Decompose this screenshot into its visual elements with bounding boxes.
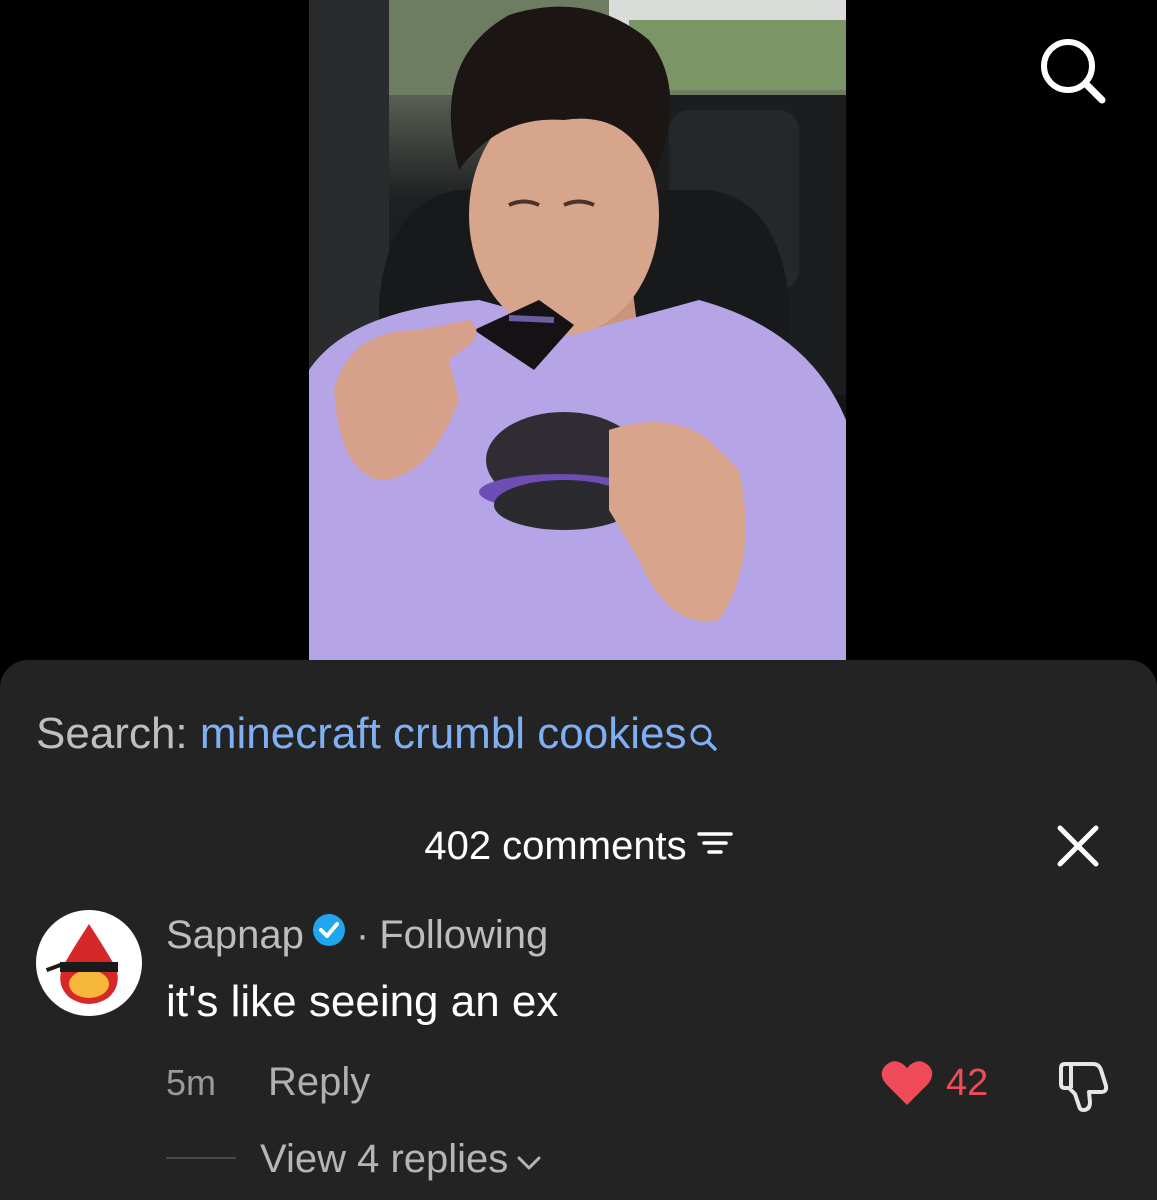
- avatar[interactable]: [36, 910, 142, 1016]
- chevron-down-icon: [516, 1134, 542, 1184]
- close-button[interactable]: [1052, 820, 1104, 872]
- comments-count: 402 comments: [424, 824, 687, 868]
- comments-header[interactable]: 402 comments: [0, 818, 1157, 874]
- dislike-button[interactable]: [1055, 1058, 1111, 1114]
- thumbs-down-icon: [1059, 1062, 1109, 1112]
- search-small-icon: [688, 710, 718, 766]
- search-icon: [1041, 39, 1106, 104]
- comment-timestamp: 5m: [166, 1062, 217, 1103]
- heart-icon: [881, 1061, 933, 1105]
- comment-username[interactable]: Sapnap: [166, 913, 304, 957]
- reply-button[interactable]: Reply: [268, 1058, 370, 1106]
- search-prefix-label: Search:: [36, 709, 200, 758]
- video-player[interactable]: [309, 0, 846, 662]
- comment-text: it's like seeing an ex: [166, 977, 559, 1026]
- video-frame-image: [309, 0, 846, 662]
- search-query-text[interactable]: minecraft crumbl cookies: [200, 709, 687, 758]
- flame-logo-icon: [45, 924, 118, 1004]
- like-button[interactable]: [880, 1058, 934, 1108]
- search-button[interactable]: [1036, 34, 1108, 106]
- replies-divider: [166, 1157, 236, 1159]
- view-replies-label: View 4 replies: [260, 1137, 509, 1181]
- like-count: 42: [946, 1062, 989, 1104]
- close-icon: [1057, 825, 1099, 867]
- view-replies-button[interactable]: View 4 replies: [260, 1134, 542, 1184]
- comment-author-line: Sapnap · Following: [166, 909, 548, 961]
- following-status: Following: [379, 913, 549, 957]
- separator-dot: ·: [355, 913, 370, 957]
- search-suggestion-link[interactable]: Search: minecraft crumbl cookies: [36, 706, 718, 766]
- filter-icon[interactable]: [696, 817, 733, 873]
- verified-badge-icon: [312, 908, 346, 960]
